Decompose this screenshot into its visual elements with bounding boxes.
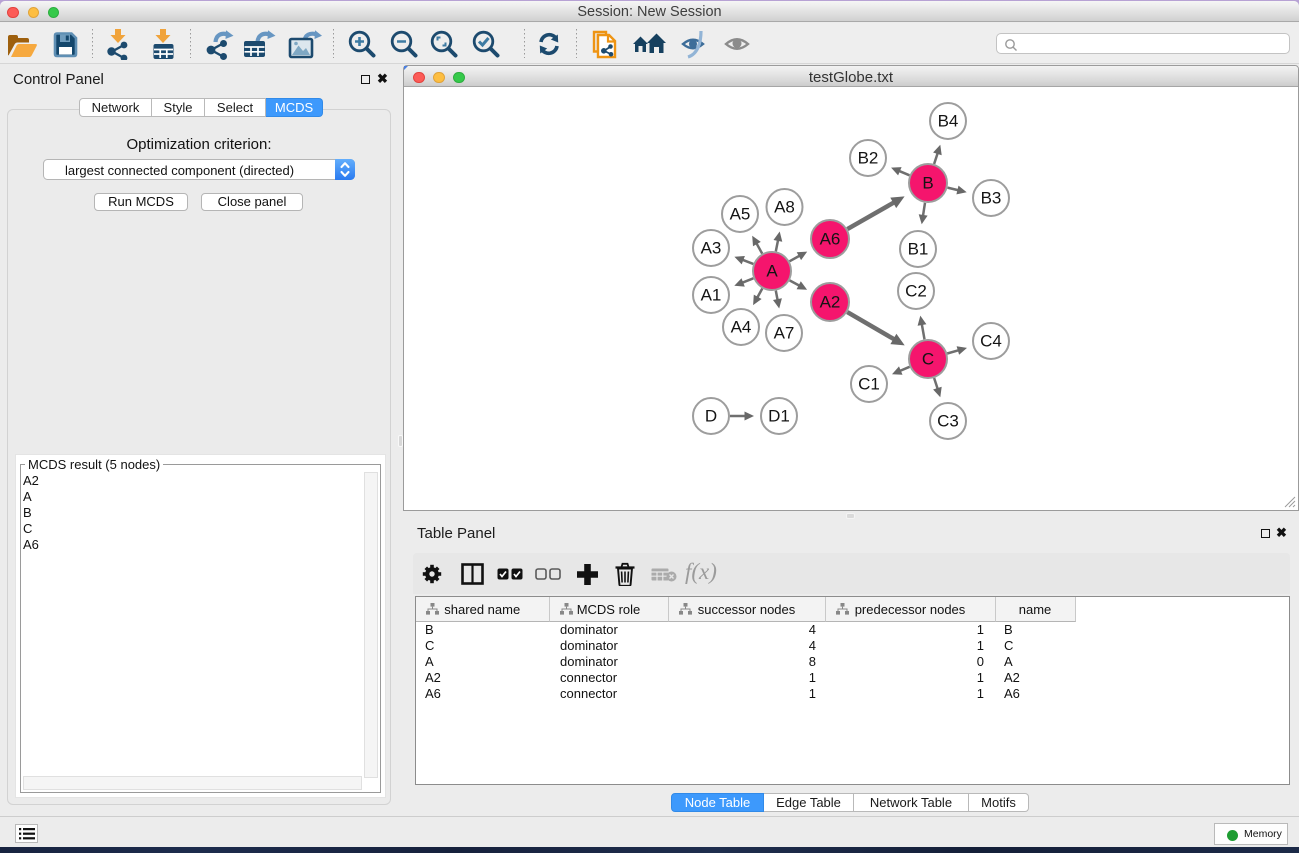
svg-text:C: C [922, 350, 934, 369]
svg-text:C2: C2 [905, 282, 927, 301]
svg-text:B3: B3 [981, 189, 1002, 208]
svg-text:A4: A4 [731, 318, 752, 337]
svg-text:D1: D1 [768, 407, 790, 426]
svg-text:B2: B2 [858, 149, 879, 168]
svg-text:B4: B4 [938, 112, 959, 131]
svg-text:A6: A6 [820, 230, 841, 249]
svg-text:A: A [766, 262, 778, 281]
svg-text:A1: A1 [701, 286, 722, 305]
svg-text:C4: C4 [980, 332, 1002, 351]
svg-text:B: B [922, 174, 933, 193]
svg-text:A2: A2 [820, 293, 841, 312]
svg-text:C3: C3 [937, 412, 959, 431]
svg-text:A8: A8 [774, 198, 795, 217]
svg-text:A5: A5 [730, 205, 751, 224]
svg-text:B1: B1 [908, 240, 929, 259]
svg-text:D: D [705, 407, 717, 426]
svg-text:A3: A3 [701, 239, 722, 258]
svg-text:A7: A7 [774, 324, 795, 343]
svg-text:C1: C1 [858, 375, 880, 394]
